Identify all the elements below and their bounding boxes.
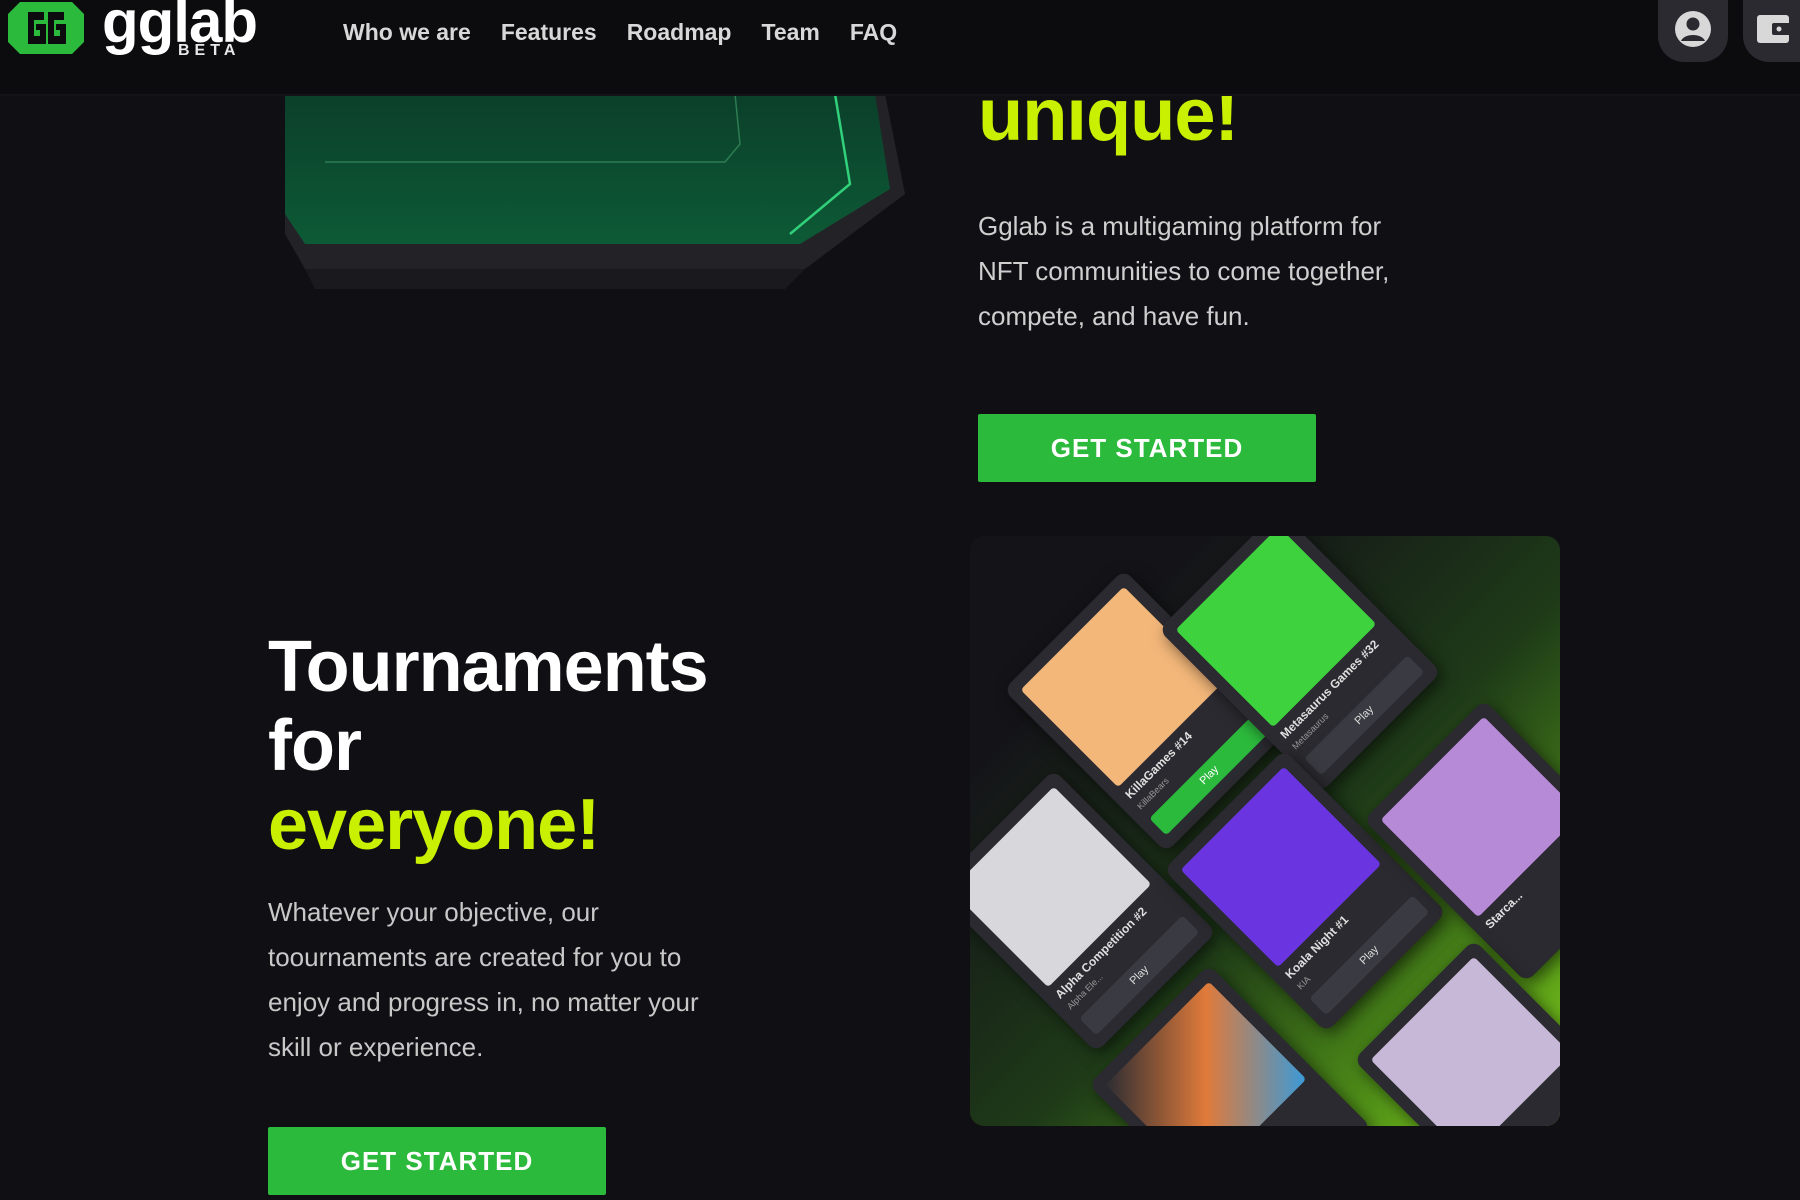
nav-team[interactable]: Team — [761, 18, 819, 46]
gglab-logo[interactable]: gglab BETA — [6, 0, 258, 62]
nav-who-we-are[interactable]: Who we are — [343, 18, 471, 46]
nav-roadmap[interactable]: Roadmap — [627, 18, 732, 46]
nav-features[interactable]: Features — [501, 18, 597, 46]
hero-get-started-button[interactable]: GET STARTED — [978, 414, 1316, 482]
user-icon — [1675, 11, 1711, 47]
brand-beta-tag: BETA — [178, 42, 241, 59]
tournaments-heading-accent: everyone! — [268, 785, 600, 865]
nav-faq[interactable]: FAQ — [850, 18, 897, 46]
wallet-icon — [1757, 15, 1792, 43]
nft-artwork — [970, 786, 1152, 988]
tournament-cards-showcase: KillaGames #14 KillaBears Play Metasauru… — [970, 536, 1560, 1126]
tournaments-description: Whatever your objective, our toournament… — [268, 897, 699, 1062]
tournaments-heading: Tournaments for everyone! — [268, 627, 709, 865]
account-button[interactable] — [1658, 0, 1728, 62]
tournaments-heading-line1: Tournaments — [268, 627, 709, 707]
main-nav: Who we are Features Roadmap Team FAQ — [343, 18, 927, 46]
top-navigation-bar: gglab BETA Who we are Features Roadmap T… — [0, 0, 1800, 94]
gglab-logo-icon — [8, 2, 84, 54]
tournaments-heading-line2: for — [268, 706, 362, 786]
wallet-button[interactable] — [1743, 0, 1800, 62]
tournaments-get-started-button[interactable]: GET STARTED — [268, 1127, 606, 1195]
hero-description: Gglab is a multigaming platform for NFT … — [978, 211, 1390, 331]
nft-artwork — [1370, 956, 1560, 1126]
hero-graphic-panel — [285, 94, 905, 289]
card-collection: KIA — [1295, 974, 1313, 992]
